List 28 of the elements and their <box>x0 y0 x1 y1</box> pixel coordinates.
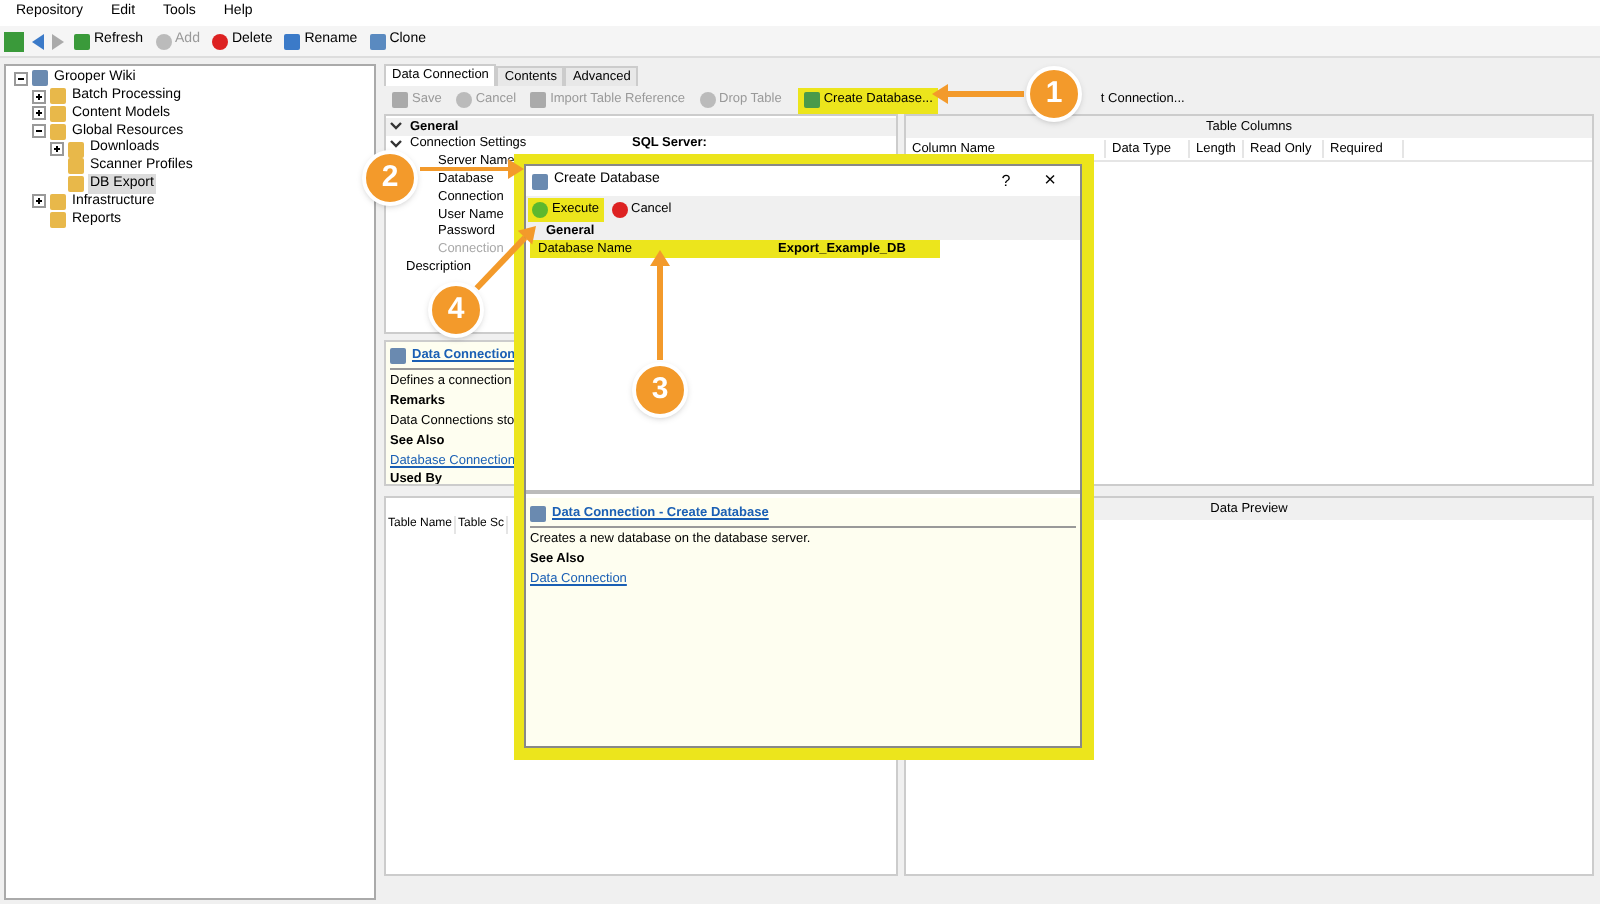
toolbar-icon <box>530 92 547 108</box>
toolbar-icon <box>369 33 386 49</box>
expander-icon[interactable] <box>50 142 64 157</box>
chevron-icon[interactable] <box>390 140 402 149</box>
toolbar-icon <box>455 92 472 108</box>
toolbar-icon <box>74 33 90 49</box>
arrow <box>420 159 524 179</box>
toolbar-icon <box>392 92 408 108</box>
expander-icon[interactable] <box>32 124 46 139</box>
back-icon[interactable] <box>32 33 44 49</box>
callout-badge: 1 <box>1026 66 1082 122</box>
toolbar-icon <box>611 201 627 217</box>
arrow <box>932 84 1024 104</box>
expander-icon[interactable] <box>32 106 46 121</box>
toolbar-icon <box>532 201 548 217</box>
expander-icon[interactable] <box>32 89 46 104</box>
toolbar-icon <box>211 33 228 49</box>
toolbar-icon <box>803 92 820 108</box>
expander-icon[interactable] <box>14 71 28 86</box>
toolbar-icon <box>699 92 716 108</box>
close-button[interactable]: × <box>1026 166 1074 196</box>
arrow <box>650 250 670 360</box>
toolbar-icon <box>155 33 172 49</box>
help-button[interactable]: ? <box>992 169 1020 193</box>
chevron-icon[interactable] <box>390 122 402 131</box>
toolbar-icon <box>284 33 301 49</box>
expander-icon[interactable] <box>32 194 46 209</box>
panel-icon[interactable] <box>4 31 24 51</box>
